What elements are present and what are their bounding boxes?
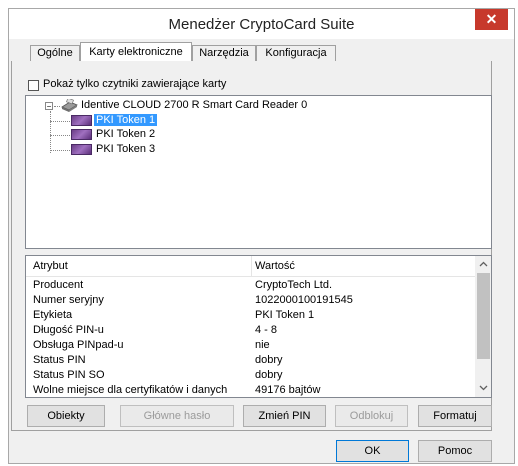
scroll-up-icon[interactable] — [479, 261, 488, 267]
vertical-scrollbar[interactable] — [475, 256, 491, 397]
main-password-button[interactable]: Główne hasło — [120, 405, 234, 427]
tab-smart-cards[interactable]: Karty elektroniczne — [80, 42, 192, 62]
show-only-readers-with-cards-checkbox[interactable] — [28, 80, 39, 91]
table-row-value: 1022000100191545 — [255, 294, 353, 306]
table-row-attribute: Długość PIN-u — [33, 324, 104, 336]
tree-item-pki-token-3[interactable]: PKI Token 3 — [96, 143, 155, 155]
card-reader-icon — [61, 99, 78, 112]
scrollbar-thumb[interactable] — [477, 273, 490, 359]
table-row-attribute: Producent — [33, 279, 84, 291]
table-row-value: CryptoTech Ltd. — [255, 279, 333, 291]
help-button[interactable]: Pomoc — [418, 440, 492, 462]
header-divider — [26, 276, 476, 277]
tree-item-pki-token-2[interactable]: PKI Token 2 — [96, 128, 155, 140]
table-row-attribute: Etykieta — [33, 309, 73, 321]
collapse-icon[interactable]: − — [45, 102, 53, 111]
reader-label[interactable]: Identive CLOUD 2700 R Smart Card Reader … — [81, 99, 307, 111]
background-left — [0, 0, 8, 466]
tab-configuration[interactable]: Konfiguracja — [256, 45, 336, 61]
table-row-attribute: Numer seryjny — [33, 294, 104, 306]
ok-button[interactable]: OK — [336, 440, 409, 462]
token-icon — [71, 144, 92, 155]
table-row-value: 4 - 8 — [255, 324, 278, 336]
tab-general[interactable]: Ogólne — [30, 45, 80, 61]
close-icon: ✕ — [485, 11, 498, 27]
show-only-readers-with-cards-label: Pokaż tylko czytniki zawierające karty — [43, 78, 227, 90]
reader-tree[interactable]: − Identive CLOUD 2700 R Smart Card Reade… — [25, 95, 492, 249]
title-bar[interactable]: Menedżer CryptoCard Suite ✕ — [9, 9, 514, 39]
token-icon — [71, 129, 92, 140]
token-properties-list[interactable]: Atrybut Wartość Producent CryptoTech Ltd… — [25, 255, 492, 398]
table-row-value: 49176 bajtów — [255, 384, 321, 396]
objects-button[interactable]: Obiekty — [27, 405, 105, 427]
column-header-attribute[interactable]: Atrybut — [33, 256, 68, 276]
tree-connector — [50, 135, 72, 136]
tree-connector — [50, 121, 72, 122]
change-pin-button[interactable]: Zmień PIN — [243, 405, 326, 427]
table-row-value: dobry — [255, 354, 283, 366]
table-row-attribute: Obsługa PINpad-u — [33, 339, 124, 351]
format-button[interactable]: Formatuj — [418, 405, 492, 427]
tree-connector — [54, 106, 60, 107]
unlock-button[interactable]: Odblokuj — [335, 405, 408, 427]
close-button[interactable]: ✕ — [475, 9, 508, 30]
table-row-attribute: Status PIN — [33, 354, 86, 366]
column-header-value[interactable]: Wartość — [255, 256, 295, 276]
scroll-down-icon[interactable] — [479, 385, 488, 391]
table-row-value: dobry — [255, 369, 283, 381]
table-row-attribute: Status PIN SO — [33, 369, 105, 381]
table-row-value: nie — [255, 339, 270, 351]
table-row-attribute: Wolne miejsce dla certyfikatów i danych — [33, 384, 228, 396]
column-separator — [251, 256, 252, 276]
tree-connector — [50, 150, 72, 151]
token-icon — [71, 115, 92, 126]
window-title: Menedżer CryptoCard Suite — [168, 16, 355, 33]
tree-connector — [50, 111, 51, 153]
tab-tools[interactable]: Narzędzia — [192, 45, 256, 61]
table-row-value: PKI Token 1 — [255, 309, 315, 321]
tree-item-pki-token-1[interactable]: PKI Token 1 — [94, 114, 158, 126]
